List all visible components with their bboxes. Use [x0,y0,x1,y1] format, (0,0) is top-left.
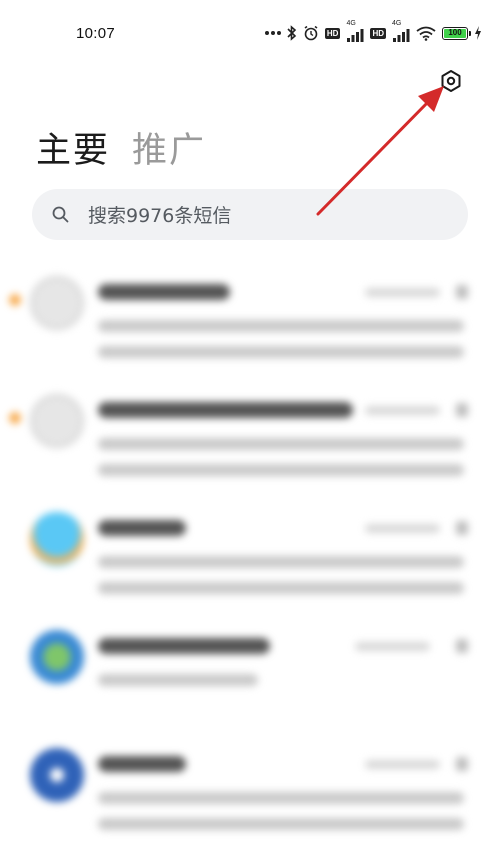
hd-icon: HD [324,27,341,39]
charging-icon [474,26,482,40]
message-time [365,288,440,297]
unread-indicator [7,292,23,308]
message-status-icon [456,757,468,771]
message-time [355,642,430,651]
status-bar: 10:07 HD 4G HD 4G 100 [0,0,500,70]
message-status-icon [456,521,468,535]
message-sender [98,520,186,536]
message-preview [98,674,258,686]
list-item[interactable] [0,612,500,730]
message-sender [98,756,186,772]
message-sender [98,284,230,300]
list-item[interactable] [0,730,500,848]
message-status-icon [456,403,468,417]
category-tabs: 主要 推广 [36,122,206,173]
message-preview [98,792,464,804]
status-icons: HD 4G HD 4G 100 [264,20,482,44]
message-list [0,258,500,848]
clock-time: 10:07 [76,25,116,42]
signal-icon: 4G [392,20,410,42]
default-contact-icon [30,394,84,448]
message-preview [98,818,464,830]
message-preview [98,438,464,450]
message-preview [98,556,464,568]
list-item[interactable] [0,494,500,612]
wifi-icon [416,26,436,41]
message-status-icon [456,285,468,299]
list-item[interactable] [0,376,500,494]
message-sender [98,638,270,654]
search-placeholder: 搜索9976条短信 [88,205,232,227]
alarm-icon [303,25,319,41]
battery-level: 100 [444,28,466,38]
signal-icon: 4G [346,20,364,42]
message-time [365,524,440,533]
tab-promotions[interactable]: 推广 [132,122,206,173]
battery-icon: 100 [442,26,471,40]
message-preview [98,582,464,594]
search-icon [50,205,70,225]
message-preview [98,346,464,358]
globe-icon [30,630,84,684]
default-contact-icon [30,276,84,330]
message-sender [98,402,353,418]
more-dots-icon [264,30,281,36]
search-input[interactable]: 搜索9976条短信 [32,189,468,240]
hd-icon: HD [370,27,386,39]
settings-hexagon-icon [439,69,463,97]
bank-icon [30,748,84,802]
unread-indicator [7,410,23,426]
tab-main[interactable]: 主要 [36,122,110,173]
message-preview [98,464,464,476]
settings-button[interactable] [438,70,464,96]
bluetooth-icon [287,25,297,41]
list-item[interactable] [0,258,500,376]
message-preview [98,320,464,332]
message-time [365,406,440,415]
message-status-icon [456,639,468,653]
weather-icon [30,512,84,566]
message-time [365,760,440,769]
